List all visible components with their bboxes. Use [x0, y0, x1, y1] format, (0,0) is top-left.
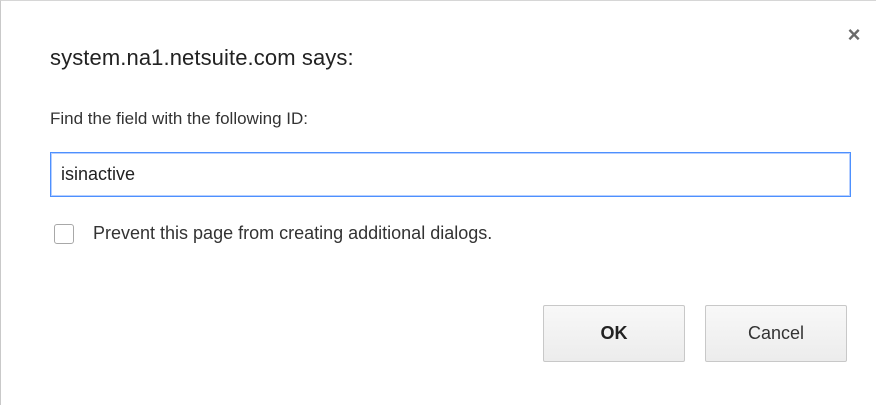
- prompt-input[interactable]: [50, 152, 851, 197]
- prevent-dialogs-checkbox[interactable]: [54, 223, 74, 244]
- ok-button[interactable]: OK: [543, 305, 685, 362]
- close-icon[interactable]: ×: [842, 23, 866, 47]
- javascript-prompt-dialog: × system.na1.netsuite.com says: Find the…: [0, 0, 876, 405]
- cancel-button[interactable]: Cancel: [705, 305, 847, 362]
- prevent-dialogs-option[interactable]: Prevent this page from creating addition…: [54, 223, 492, 244]
- dialog-title: system.na1.netsuite.com says:: [50, 45, 354, 70]
- prompt-message: Find the field with the following ID:: [50, 109, 308, 128]
- prevent-dialogs-label: Prevent this page from creating addition…: [93, 223, 493, 243]
